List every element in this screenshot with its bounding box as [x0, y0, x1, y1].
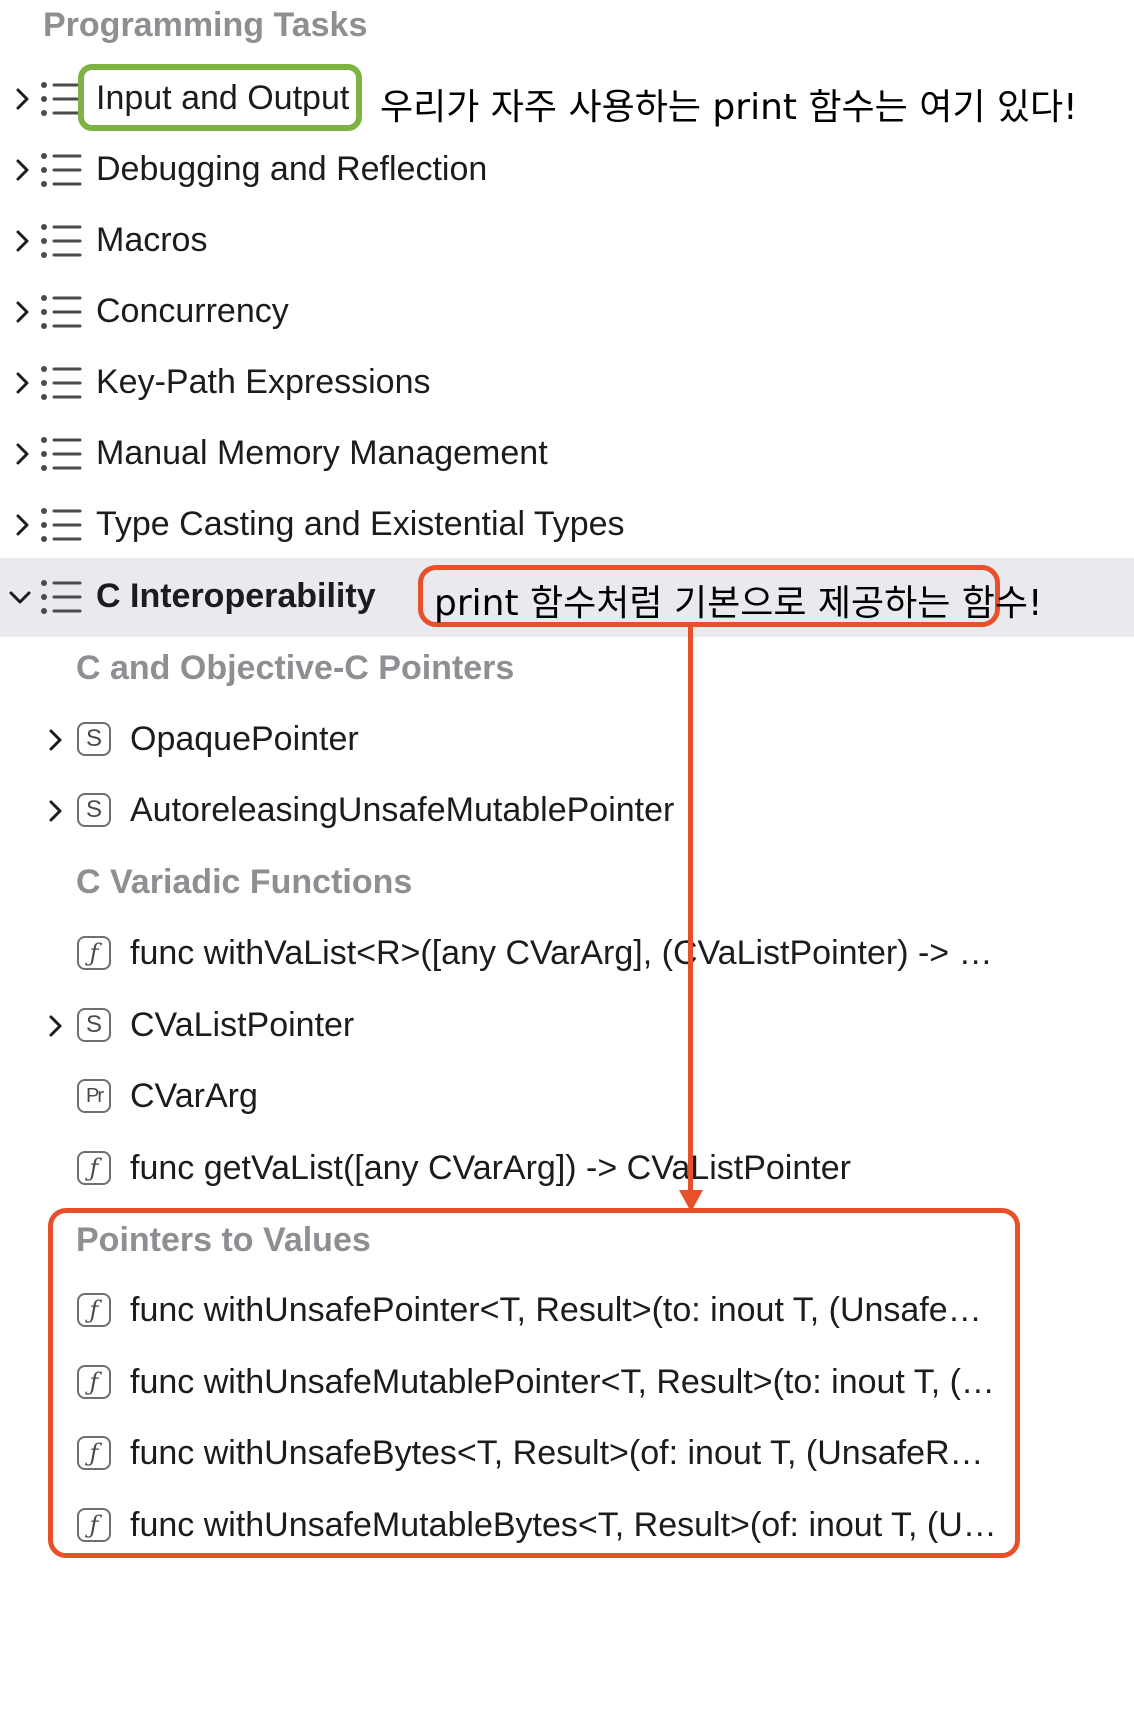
- list-item[interactable]: S CVaListPointer: [0, 987, 1134, 1066]
- chevron-right-icon[interactable]: [10, 158, 34, 182]
- list-item-label: Debugging and Reflection: [96, 150, 488, 188]
- list-item[interactable]: Manual Memory Management: [0, 415, 1134, 494]
- list-item-label: AutoreleasingUnsafeMutablePointer: [130, 791, 675, 829]
- list-item[interactable]: ƒ func getVaList([any CVarArg]) -> CVaLi…: [0, 1130, 1134, 1209]
- chevron-right-icon[interactable]: [43, 1014, 67, 1038]
- list-item[interactable]: Pr CVarArg: [0, 1058, 1134, 1137]
- chevron-right-icon[interactable]: [10, 300, 34, 324]
- function-icon: ƒ: [77, 1151, 111, 1185]
- list-bullet-icon: [40, 436, 84, 472]
- annotation-input-output: 우리가 자주 사용하는 print 함수는 여기 있다!: [380, 87, 1078, 128]
- list-item-label: func getVaList([any CVarArg]) -> CVaList…: [130, 1149, 851, 1187]
- protocol-icon: Pr: [77, 1079, 111, 1113]
- chevron-right-icon[interactable]: [43, 728, 67, 752]
- section-header-c-variadic: C Variadic Functions: [76, 863, 413, 901]
- list-item-label: func withVaList<R>([any CVarArg], (CVaLi…: [130, 934, 1000, 972]
- chevron-right-icon[interactable]: [43, 799, 67, 823]
- annotation-c-interop: print 함수처럼 기본으로 제공하는 함수!: [434, 583, 1043, 624]
- function-icon: ƒ: [77, 936, 111, 970]
- list-item-label: OpaquePointer: [130, 720, 359, 758]
- chevron-right-icon[interactable]: [10, 229, 34, 253]
- list-item[interactable]: ƒ func withVaList<R>([any CVarArg], (CVa…: [0, 915, 1134, 994]
- structure-icon: S: [77, 722, 111, 756]
- list-item[interactable]: Debugging and Reflection: [0, 131, 1134, 210]
- list-bullet-icon: [40, 152, 84, 188]
- list-bullet-icon: [40, 507, 84, 543]
- list-item[interactable]: Key-Path Expressions: [0, 344, 1134, 423]
- highlight-box-pointers-to-values: [48, 1208, 1020, 1558]
- list-item[interactable]: S AutoreleasingUnsafeMutablePointer: [0, 772, 1134, 851]
- chevron-right-icon[interactable]: [10, 87, 34, 111]
- list-bullet-icon: [40, 294, 84, 330]
- list-item[interactable]: Macros: [0, 202, 1134, 281]
- structure-icon: S: [77, 793, 111, 827]
- structure-icon: S: [77, 1008, 111, 1042]
- list-item-label: C Interoperability: [96, 577, 376, 615]
- chevron-down-icon[interactable]: [8, 585, 32, 609]
- list-item[interactable]: Concurrency: [0, 273, 1134, 352]
- annotation-arrow: [688, 627, 693, 1193]
- list-item-label: CVarArg: [130, 1077, 258, 1115]
- highlight-box-input-output: [78, 64, 362, 131]
- section-header-programming-tasks: Programming Tasks: [43, 6, 368, 44]
- section-header-c-pointers: C and Objective-C Pointers: [76, 649, 515, 687]
- chevron-right-icon[interactable]: [10, 371, 34, 395]
- list-bullet-icon: [40, 365, 84, 401]
- list-item-label: Manual Memory Management: [96, 434, 548, 472]
- list-bullet-icon: [40, 223, 84, 259]
- list-item-label: CVaListPointer: [130, 1006, 355, 1044]
- list-item[interactable]: Type Casting and Existential Types: [0, 486, 1134, 565]
- chevron-right-icon[interactable]: [10, 513, 34, 537]
- list-item-label: Macros: [96, 221, 208, 259]
- chevron-right-icon[interactable]: [10, 442, 34, 466]
- list-item-label: Concurrency: [96, 292, 289, 330]
- list-item-label: Type Casting and Existential Types: [96, 505, 625, 543]
- list-bullet-icon: [40, 579, 84, 615]
- list-item[interactable]: S OpaquePointer: [0, 701, 1134, 780]
- list-item-label: Key-Path Expressions: [96, 363, 431, 401]
